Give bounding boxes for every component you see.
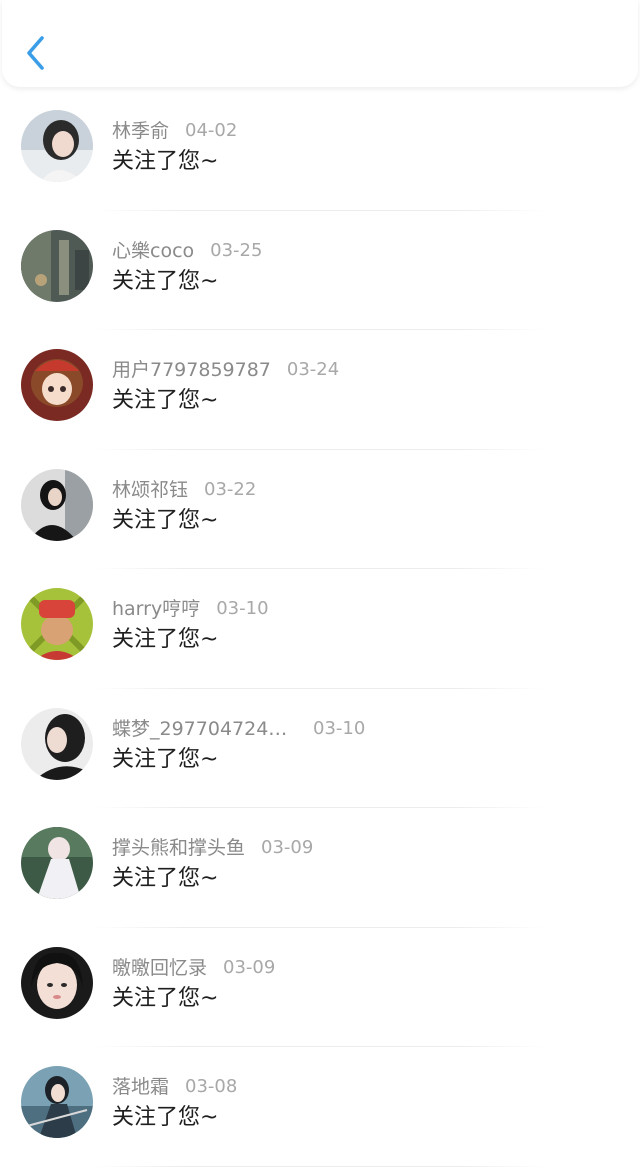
notification-message: 关注了您~ <box>112 388 219 413</box>
notification-message: 关注了您~ <box>112 866 219 891</box>
avatar[interactable] <box>21 1066 93 1138</box>
divider <box>95 1165 545 1167</box>
username[interactable]: 林季俞 <box>112 119 169 143</box>
notification-message: 关注了您~ <box>112 746 219 772</box>
avatar[interactable] <box>21 707 93 780</box>
notification-message: 关注了您~ <box>112 627 219 652</box>
item-meta: 林季俞 04-02 <box>112 119 237 143</box>
list-item[interactable]: 撑头熊和撑头鱼 03-09 关注了您~ <box>0 808 640 928</box>
avatar[interactable] <box>21 349 93 421</box>
top-bar <box>2 0 638 87</box>
username[interactable]: harry哼哼 <box>112 597 200 621</box>
follower-notification-list: 林季俞 04-02 关注了您~ 心樂coco 03-25 关注了您~ 用户779… <box>0 91 640 1175</box>
username[interactable]: 撑头熊和撑头鱼 <box>112 836 245 860</box>
notification-message: 关注了您~ <box>112 1105 219 1130</box>
avatar[interactable] <box>21 588 93 660</box>
list-item[interactable]: 曒曒回忆录 03-09 关注了您~ <box>0 928 640 1047</box>
notification-message: 关注了您~ <box>112 985 219 1011</box>
timestamp: 03-08 <box>185 1076 238 1097</box>
list-item[interactable]: 林颂祁钰 03-22 关注了您~ <box>0 450 640 569</box>
item-meta: 蝶梦_2977047240... 03-10 <box>112 717 365 741</box>
item-meta: 曒曒回忆录 03-09 <box>112 956 275 980</box>
item-meta: 心樂coco 03-25 <box>112 239 262 263</box>
username[interactable]: 蝶梦_2977047240... <box>112 717 297 741</box>
timestamp: 03-22 <box>204 478 257 500</box>
timestamp: 04-02 <box>185 120 238 141</box>
avatar-icon <box>21 1066 93 1138</box>
avatar-icon <box>21 827 93 899</box>
timestamp: 03-10 <box>216 598 269 619</box>
timestamp: 03-09 <box>223 956 276 978</box>
timestamp: 03-09 <box>261 837 314 858</box>
username[interactable]: 心樂coco <box>112 239 194 263</box>
avatar-icon <box>21 229 93 302</box>
back-button[interactable] <box>20 32 56 72</box>
list-item[interactable]: 蝶梦_2977047240... 03-10 关注了您~ <box>0 689 640 808</box>
list-item[interactable]: 林季俞 04-02 关注了您~ <box>0 91 640 211</box>
avatar[interactable] <box>21 110 93 182</box>
username[interactable]: 用户7797859787 <box>112 358 271 382</box>
avatar[interactable] <box>21 827 93 899</box>
notification-message: 关注了您~ <box>112 268 219 294</box>
item-meta: 林颂祁钰 03-22 <box>112 478 256 502</box>
avatar[interactable] <box>21 946 93 1019</box>
timestamp: 03-25 <box>210 239 263 261</box>
timestamp: 03-24 <box>286 359 340 380</box>
notification-message: 关注了您~ <box>112 507 219 533</box>
avatar-icon <box>21 707 93 780</box>
avatar-icon <box>21 588 93 660</box>
item-meta: harry哼哼 03-10 <box>112 597 269 621</box>
item-meta: 撑头熊和撑头鱼 03-09 <box>112 836 313 860</box>
item-meta: 用户7797859787 03-24 <box>112 358 339 382</box>
username[interactable]: 落地霜 <box>112 1075 169 1099</box>
list-item[interactable]: 落地霜 03-08 关注了您~ <box>0 1047 640 1167</box>
avatar[interactable] <box>21 229 93 302</box>
username[interactable]: 林颂祁钰 <box>112 478 188 502</box>
list-item[interactable]: 心樂coco 03-25 关注了您~ <box>0 211 640 330</box>
list-item[interactable]: 用户7797859787 03-24 关注了您~ <box>0 330 640 450</box>
avatar-icon <box>21 110 93 182</box>
notification-message: 关注了您~ <box>112 149 219 174</box>
list-item[interactable]: harry哼哼 03-10 关注了您~ <box>0 569 640 689</box>
username[interactable]: 曒曒回忆录 <box>112 956 207 980</box>
avatar-icon <box>21 946 93 1019</box>
chevron-left-icon <box>27 36 44 70</box>
avatar-icon <box>21 468 93 541</box>
item-meta: 落地霜 03-08 <box>112 1075 237 1099</box>
avatar-icon <box>21 349 93 421</box>
timestamp: 03-10 <box>313 717 366 739</box>
avatar[interactable] <box>21 468 93 541</box>
